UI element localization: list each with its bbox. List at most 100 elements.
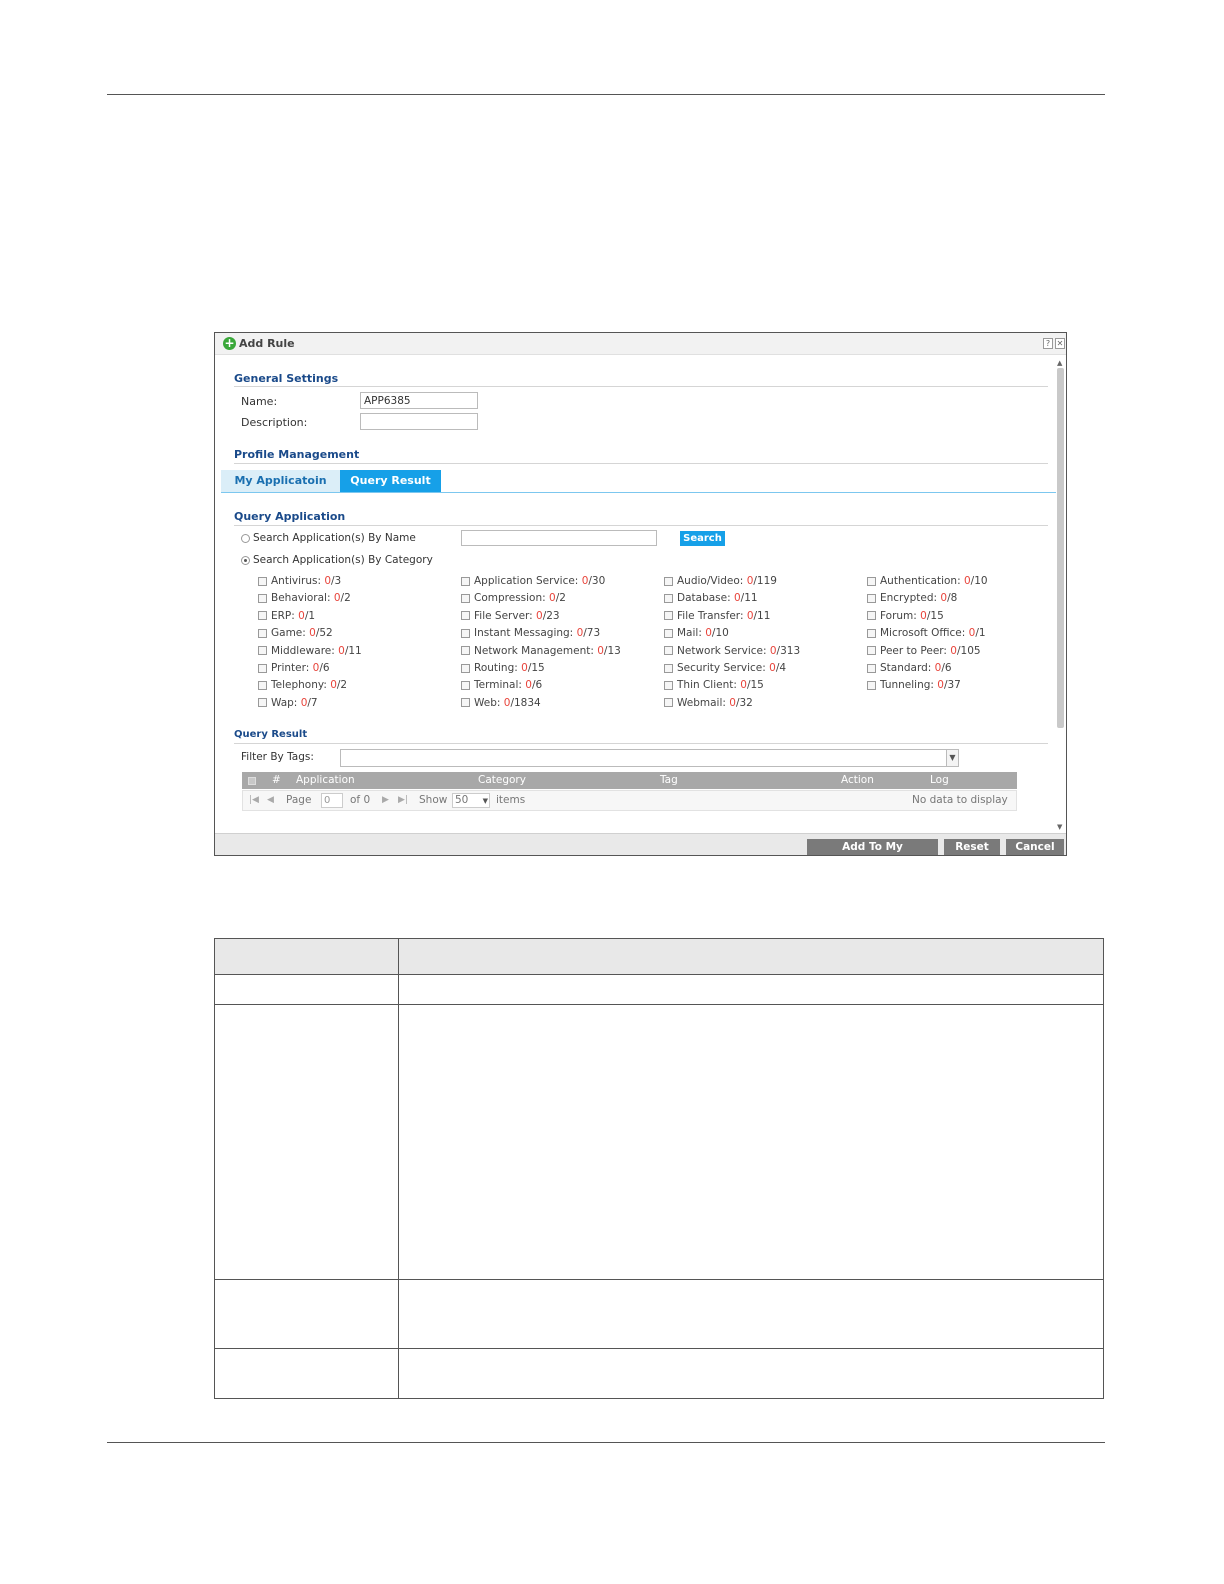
col-application[interactable]: Application xyxy=(296,774,355,786)
category-checkbox-item[interactable]: Instant Messaging: 0/73 xyxy=(461,627,600,639)
category-checkbox-item[interactable]: File Transfer: 0/11 xyxy=(664,610,770,622)
close-icon[interactable]: ✕ xyxy=(1055,338,1065,349)
category-checkbox-item[interactable]: ERP: 0/1 xyxy=(258,610,315,622)
tab-query-result[interactable]: Query Result xyxy=(340,470,441,492)
last-page-icon[interactable]: ▶| xyxy=(398,795,408,805)
filter-by-tags-select[interactable]: ▼ xyxy=(340,749,959,767)
category-checkbox[interactable] xyxy=(664,646,673,656)
items-label: items xyxy=(496,794,526,806)
col-category[interactable]: Category xyxy=(478,774,526,786)
category-checkbox-item[interactable]: Forum: 0/15 xyxy=(867,610,944,622)
category-checkbox[interactable] xyxy=(461,593,470,603)
first-page-icon[interactable]: |◀ xyxy=(249,795,259,805)
search-by-category-radio[interactable] xyxy=(241,556,250,565)
category-total-count: /15 xyxy=(926,609,944,622)
category-checkbox-item[interactable]: File Server: 0/23 xyxy=(461,610,560,622)
category-checkbox[interactable] xyxy=(867,611,876,621)
category-checkbox-item[interactable]: Authentication: 0/10 xyxy=(867,575,988,587)
category-checkbox-item[interactable]: Network Service: 0/313 xyxy=(664,645,800,657)
category-checkbox[interactable] xyxy=(258,576,267,586)
category-checkbox-item[interactable]: Peer to Peer: 0/105 xyxy=(867,645,981,657)
category-checkbox-item[interactable]: Network Management: 0/13 xyxy=(461,645,621,657)
category-checkbox[interactable] xyxy=(461,628,470,638)
page-input[interactable]: 0 xyxy=(321,793,343,808)
scrollbar-thumb[interactable] xyxy=(1057,368,1064,728)
category-checkbox-item[interactable]: Terminal: 0/6 xyxy=(461,679,542,691)
category-checkbox[interactable] xyxy=(867,680,876,690)
page-size-select[interactable]: 50 ▼ xyxy=(452,793,490,808)
category-checkbox-item[interactable]: Web: 0/1834 xyxy=(461,697,541,709)
next-page-icon[interactable]: ▶ xyxy=(382,795,389,805)
category-checkbox[interactable] xyxy=(664,611,673,621)
category-checkbox[interactable] xyxy=(461,611,470,621)
col-log[interactable]: Log xyxy=(930,774,949,786)
category-checkbox-item[interactable]: Webmail: 0/32 xyxy=(664,697,753,709)
category-checkbox[interactable] xyxy=(867,593,876,603)
category-checkbox[interactable] xyxy=(664,698,673,708)
category-checkbox-item[interactable]: Tunneling: 0/37 xyxy=(867,679,961,691)
description-input[interactable] xyxy=(360,413,478,430)
cancel-button[interactable]: Cancel xyxy=(1006,839,1064,855)
category-checkbox-item[interactable]: Middleware: 0/11 xyxy=(258,645,362,657)
category-label: Behavioral: xyxy=(271,592,334,605)
category-checkbox[interactable] xyxy=(867,663,876,673)
category-selected-count: 0 xyxy=(940,592,948,605)
category-checkbox-item[interactable]: Behavioral: 0/2 xyxy=(258,592,351,604)
category-checkbox[interactable] xyxy=(867,646,876,656)
category-checkbox[interactable] xyxy=(664,680,673,690)
scroll-up-arrow-icon[interactable]: ▲ xyxy=(1057,359,1062,367)
category-checkbox-item[interactable]: Application Service: 0/30 xyxy=(461,575,605,587)
col-tag[interactable]: Tag xyxy=(660,774,678,786)
category-checkbox[interactable] xyxy=(867,628,876,638)
category-checkbox-item[interactable]: Microsoft Office: 0/1 xyxy=(867,627,986,639)
category-checkbox-item[interactable]: Mail: 0/10 xyxy=(664,627,729,639)
category-checkbox[interactable] xyxy=(258,628,267,638)
category-checkbox[interactable] xyxy=(664,576,673,586)
chevron-down-icon[interactable]: ▼ xyxy=(946,750,958,766)
col-index[interactable]: # xyxy=(272,774,281,786)
category-checkbox[interactable] xyxy=(258,680,267,690)
category-checkbox-item[interactable]: Telephony: 0/2 xyxy=(258,679,347,691)
col-action[interactable]: Action xyxy=(841,774,874,786)
search-button[interactable]: Search xyxy=(680,531,725,546)
reset-button[interactable]: Reset xyxy=(944,839,1000,855)
category-checkbox[interactable] xyxy=(664,628,673,638)
category-checkbox-item[interactable]: Encrypted: 0/8 xyxy=(867,592,957,604)
search-name-input[interactable] xyxy=(461,530,657,546)
category-checkbox-item[interactable]: Routing: 0/15 xyxy=(461,662,545,674)
profile-management-heading: Profile Management xyxy=(234,448,360,461)
category-checkbox-item[interactable]: Security Service: 0/4 xyxy=(664,662,786,674)
category-checkbox-item[interactable]: Thin Client: 0/15 xyxy=(664,679,764,691)
show-label: Show xyxy=(419,794,448,806)
category-checkbox[interactable] xyxy=(258,611,267,621)
category-checkbox[interactable] xyxy=(258,593,267,603)
category-checkbox-item[interactable]: Antivirus: 0/3 xyxy=(258,575,341,587)
category-checkbox-item[interactable]: Game: 0/52 xyxy=(258,627,333,639)
add-to-my-application-button[interactable]: Add To My Application xyxy=(807,839,938,869)
category-checkbox[interactable] xyxy=(461,663,470,673)
prev-page-icon[interactable]: ◀ xyxy=(267,795,274,805)
category-checkbox[interactable] xyxy=(461,646,470,656)
scroll-down-arrow-icon[interactable]: ▼ xyxy=(1057,823,1062,831)
category-checkbox[interactable] xyxy=(461,680,470,690)
question-icon[interactable]: ? xyxy=(1043,338,1053,349)
chevron-down-icon[interactable]: ▼ xyxy=(483,795,488,808)
category-checkbox-item[interactable]: Database: 0/11 xyxy=(664,592,758,604)
category-checkbox[interactable] xyxy=(258,698,267,708)
category-checkbox-item[interactable]: Printer: 0/6 xyxy=(258,662,330,674)
name-input[interactable] xyxy=(360,392,478,409)
category-checkbox[interactable] xyxy=(664,593,673,603)
category-checkbox[interactable] xyxy=(664,663,673,673)
category-checkbox[interactable] xyxy=(461,698,470,708)
category-checkbox-item[interactable]: Audio/Video: 0/119 xyxy=(664,575,777,587)
category-checkbox[interactable] xyxy=(258,663,267,673)
search-by-name-radio[interactable] xyxy=(241,534,250,543)
category-checkbox[interactable] xyxy=(258,646,267,656)
category-checkbox[interactable] xyxy=(867,576,876,586)
select-all-checkbox[interactable] xyxy=(248,777,256,785)
category-checkbox-item[interactable]: Wap: 0/7 xyxy=(258,697,318,709)
category-checkbox[interactable] xyxy=(461,576,470,586)
tab-my-application[interactable]: My Applicatoin xyxy=(221,470,340,492)
category-checkbox-item[interactable]: Compression: 0/2 xyxy=(461,592,566,604)
category-checkbox-item[interactable]: Standard: 0/6 xyxy=(867,662,952,674)
